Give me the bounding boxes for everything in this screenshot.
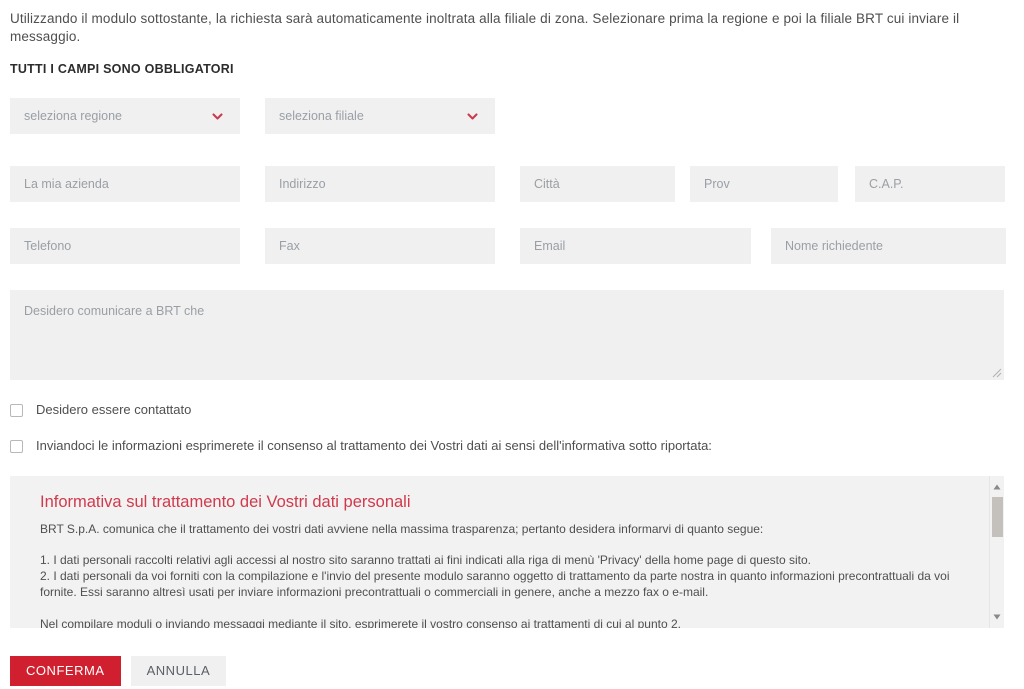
contact-form-page: Utilizzando il modulo sottostante, la ri… [0, 0, 1024, 689]
message-textarea[interactable]: Desidero comunicare a BRT che [10, 290, 1004, 380]
input-prov[interactable]: Prov [690, 166, 838, 202]
input-fax-placeholder: Fax [279, 239, 300, 253]
privacy-notice-lead: BRT S.p.A. comunica che il trattamento d… [40, 522, 764, 536]
input-azienda[interactable]: La mia azienda [10, 166, 240, 202]
message-textarea-placeholder: Desidero comunicare a BRT che [24, 304, 205, 318]
input-nome-richiedente-placeholder: Nome richiedente [785, 239, 883, 253]
input-indirizzo-placeholder: Indirizzo [279, 177, 326, 191]
privacy-notice-point-1: 1. I dati personali raccolti relativi ag… [40, 553, 811, 567]
select-filiale[interactable]: seleziona filiale [265, 98, 495, 134]
confirm-button[interactable]: CONFERMA [10, 656, 121, 686]
select-regione[interactable]: seleziona regione [10, 98, 240, 134]
form-actions: CONFERMA ANNULLA [10, 656, 1014, 686]
intro-text: Utilizzando il modulo sottostante, la ri… [10, 11, 960, 44]
address-field-row: La mia azienda Indirizzo Città Prov C.A.… [10, 166, 1014, 202]
select-row: seleziona regione seleziona filiale [10, 98, 1014, 134]
input-telefono-placeholder: Telefono [24, 239, 72, 253]
checkbox-consenso-label: Inviandoci le informazioni esprimerete i… [36, 438, 712, 453]
chevron-down-icon [211, 110, 224, 123]
input-nome-richiedente[interactable]: Nome richiedente [771, 228, 1006, 264]
privacy-notice-panel[interactable]: Informativa sul trattamento dei Vostri d… [10, 476, 1004, 628]
checkbox-consenso[interactable] [10, 439, 23, 453]
privacy-scrollbar-thumb[interactable] [992, 497, 1003, 537]
contact-field-row: Telefono Fax Email Nome richiedente [10, 228, 1014, 264]
input-prov-placeholder: Prov [704, 177, 730, 191]
input-email-placeholder: Email [534, 239, 566, 253]
input-citta[interactable]: Città [520, 166, 675, 202]
checkbox-row-contattato[interactable]: Desidero essere contattato [10, 402, 1014, 418]
chevron-down-icon [466, 110, 479, 123]
checkbox-row-consenso[interactable]: Inviandoci le informazioni esprimerete i… [10, 438, 1014, 454]
cancel-button[interactable]: ANNULLA [130, 656, 227, 686]
input-azienda-placeholder: La mia azienda [24, 177, 109, 191]
checkbox-contattato[interactable] [10, 403, 23, 417]
privacy-notice-content: Informativa sul trattamento dei Vostri d… [10, 476, 1004, 628]
checkbox-contattato-label: Desidero essere contattato [36, 402, 192, 417]
input-indirizzo[interactable]: Indirizzo [265, 166, 495, 202]
resize-handle-icon[interactable] [991, 367, 1002, 378]
input-email[interactable]: Email [520, 228, 751, 264]
input-cap[interactable]: C.A.P. [855, 166, 1005, 202]
privacy-notice-point-2: 2. I dati personali da voi forniti con l… [40, 569, 950, 599]
input-citta-placeholder: Città [534, 177, 560, 191]
select-regione-value: seleziona regione [24, 109, 122, 123]
privacy-scrollbar[interactable] [989, 476, 1004, 628]
privacy-notice-tail: Nel compilare moduli o inviando messaggi… [40, 617, 681, 628]
select-filiale-value: seleziona filiale [279, 109, 364, 123]
required-fields-note: TUTTI I CAMPI SONO OBBLIGATORI [10, 62, 234, 76]
privacy-notice-title: Informativa sul trattamento dei Vostri d… [40, 493, 411, 511]
triangle-up-icon[interactable] [990, 480, 1004, 494]
input-fax[interactable]: Fax [265, 228, 495, 264]
input-cap-placeholder: C.A.P. [869, 177, 904, 191]
input-telefono[interactable]: Telefono [10, 228, 240, 264]
triangle-down-icon[interactable] [990, 610, 1004, 624]
